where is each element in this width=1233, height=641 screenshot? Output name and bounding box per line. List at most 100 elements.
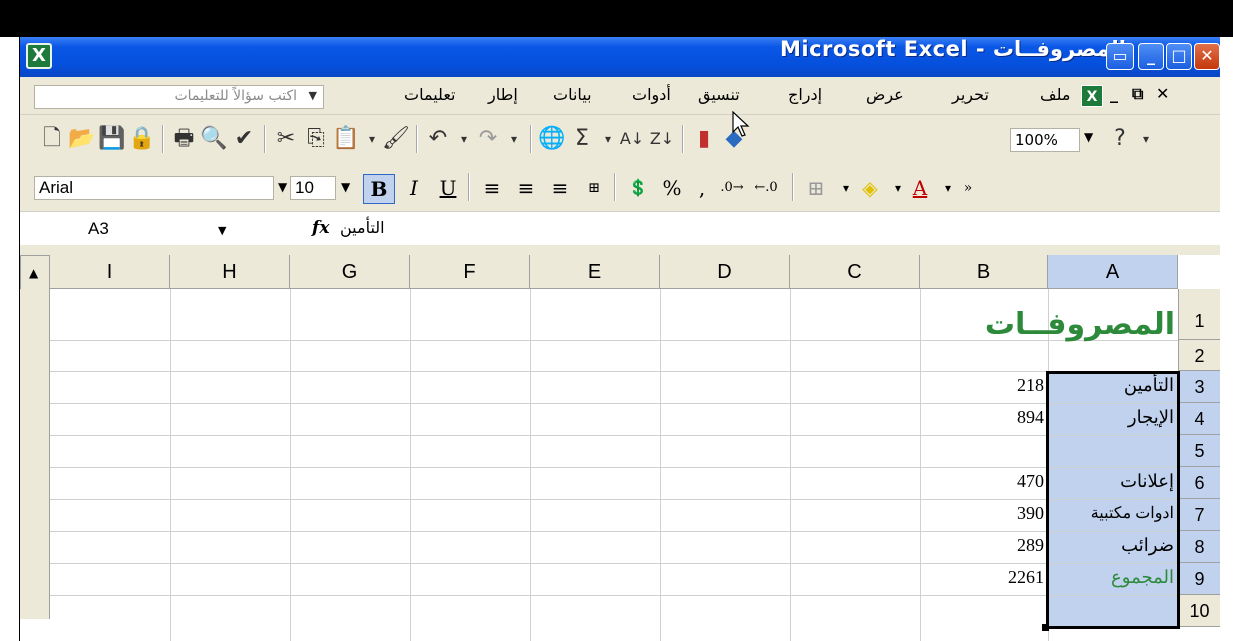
- paste-icon[interactable]: 📋: [332, 125, 360, 153]
- name-box[interactable]: A3: [20, 215, 240, 243]
- sheet-title-cell[interactable]: المصروفــات: [930, 307, 1175, 342]
- font-name-select[interactable]: Arial: [34, 176, 274, 200]
- chevron-down-icon[interactable]: ▼: [309, 89, 317, 102]
- zoom-dropdown-icon[interactable]: ▼: [1084, 130, 1093, 144]
- percent-icon[interactable]: %: [656, 174, 688, 204]
- redo-dropdown-icon[interactable]: ▾: [500, 125, 528, 153]
- underline-button[interactable]: U: [432, 174, 464, 204]
- column-header-d[interactable]: D: [660, 255, 790, 289]
- cell-b6[interactable]: 470: [924, 471, 1044, 492]
- merge-center-icon[interactable]: ⊞: [578, 174, 610, 204]
- menu-help[interactable]: تعليمات: [404, 85, 455, 104]
- spelling-icon[interactable]: ✔: [230, 125, 258, 153]
- column-header-c[interactable]: C: [790, 255, 920, 289]
- sort-descending-icon[interactable]: Z↓: [648, 125, 676, 153]
- title-bar[interactable]: X Microsoft Excel - المصروفــات ▭ _ □ ✕: [20, 37, 1220, 77]
- row-header-7[interactable]: 7: [1178, 499, 1220, 531]
- column-header-b[interactable]: B: [920, 255, 1048, 289]
- close-button[interactable]: ✕: [1194, 43, 1220, 70]
- italic-button[interactable]: I: [398, 174, 430, 204]
- ask-question-box[interactable]: اكتب سؤالاً للتعليمات ▼: [34, 85, 324, 109]
- menu-insert[interactable]: إدراج: [788, 85, 822, 104]
- maximize-button[interactable]: □: [1166, 43, 1192, 70]
- column-header-g[interactable]: G: [290, 255, 410, 289]
- name-box-dropdown-icon[interactable]: ▼: [218, 224, 226, 237]
- format-painter-icon[interactable]: 🖌: [382, 125, 410, 153]
- fill-handle[interactable]: [1042, 624, 1049, 631]
- column-header-i[interactable]: I: [50, 255, 170, 289]
- menu-window[interactable]: إطار: [488, 85, 518, 104]
- menu-edit[interactable]: تحرير: [952, 85, 989, 104]
- toolbar-options-icon[interactable]: »: [952, 174, 984, 204]
- menu-data[interactable]: بيانات: [553, 85, 592, 104]
- column-header-f[interactable]: F: [410, 255, 530, 289]
- worksheet-grid[interactable]: ▲ I H G F E D C B A 1 2 3 4 5 6 7 8 9 10…: [20, 255, 1220, 641]
- doc-close-button[interactable]: ✕: [1156, 84, 1169, 103]
- top-black-band: [0, 0, 1233, 37]
- workbook-icon[interactable]: X: [1081, 85, 1103, 107]
- row-header-10[interactable]: 10: [1178, 595, 1220, 627]
- vertical-scrollbar[interactable]: [20, 289, 50, 619]
- scroll-up-icon[interactable]: ▲: [29, 266, 38, 280]
- select-all-corner[interactable]: ▲: [20, 255, 50, 291]
- comma-icon[interactable]: ,: [686, 174, 718, 204]
- chart-wizard-icon[interactable]: ▮: [690, 125, 718, 153]
- autosum-icon[interactable]: Σ: [568, 125, 596, 153]
- row-header-1[interactable]: 1: [1178, 289, 1220, 340]
- borders-icon[interactable]: ⊞: [800, 174, 832, 204]
- align-left-icon[interactable]: ≡: [476, 174, 508, 204]
- row-header-4[interactable]: 4: [1178, 403, 1220, 435]
- menu-format[interactable]: تنسيق: [698, 85, 740, 104]
- minimize-button[interactable]: _: [1138, 43, 1164, 70]
- menu-view[interactable]: عرض: [866, 85, 904, 104]
- size-dropdown-icon[interactable]: ▼: [341, 180, 350, 194]
- copy-icon[interactable]: ⎘: [302, 125, 330, 153]
- print-preview-icon[interactable]: 🔍: [200, 125, 228, 153]
- align-right-icon[interactable]: ≡: [544, 174, 576, 204]
- column-header-h[interactable]: H: [170, 255, 290, 289]
- column-header-a[interactable]: A: [1048, 255, 1178, 289]
- column-header-e[interactable]: E: [530, 255, 660, 289]
- menu-bar: اكتب سؤالاً للتعليمات ▼ تعليمات إطار بيا…: [20, 77, 1220, 115]
- font-dropdown-icon[interactable]: ▼: [278, 180, 287, 194]
- cell-b3[interactable]: 218: [924, 375, 1044, 396]
- formula-input[interactable]: التأمين: [340, 218, 385, 237]
- row-header-2[interactable]: 2: [1178, 340, 1220, 371]
- print-icon[interactable]: 🖶: [170, 125, 198, 153]
- cell-b4[interactable]: 894: [924, 407, 1044, 428]
- permission-icon[interactable]: 🔒: [128, 125, 156, 153]
- new-document-icon[interactable]: 🗋: [38, 125, 66, 153]
- help-icon[interactable]: ?: [1106, 125, 1134, 153]
- cut-icon[interactable]: ✂: [272, 125, 300, 153]
- redo-icon[interactable]: ↷: [474, 125, 502, 153]
- open-folder-icon[interactable]: 📂: [68, 125, 96, 153]
- excel-app-icon[interactable]: X: [26, 43, 52, 69]
- row-header-9[interactable]: 9: [1178, 563, 1220, 595]
- hyperlink-icon[interactable]: 🌐: [538, 125, 566, 153]
- doc-restore-button[interactable]: ⧉: [1132, 84, 1143, 104]
- doc-minimize-button[interactable]: _: [1110, 84, 1118, 103]
- save-icon[interactable]: 💾: [98, 125, 126, 153]
- increase-decimal-icon[interactable]: .0→: [716, 174, 748, 204]
- font-size-select[interactable]: 10: [290, 176, 336, 200]
- cell-b8[interactable]: 289: [924, 535, 1044, 556]
- menu-tools[interactable]: أدوات: [632, 85, 671, 104]
- zoom-input[interactable]: 100%: [1010, 128, 1080, 152]
- row-header-6[interactable]: 6: [1178, 467, 1220, 499]
- row-header-8[interactable]: 8: [1178, 531, 1220, 563]
- toolbar-options-icon[interactable]: ▾: [1132, 125, 1160, 153]
- system-menu-icon[interactable]: ▭: [1106, 43, 1134, 70]
- decrease-decimal-icon[interactable]: ←.0: [750, 174, 782, 204]
- formatting-toolbar: Arial ▼ 10 ▼ B I U ≡ ≡ ≡ ⊞ 💲 % , .0→ ←.0…: [20, 163, 1220, 211]
- insert-function-icon[interactable]: fx: [312, 218, 329, 238]
- align-center-icon[interactable]: ≡: [510, 174, 542, 204]
- currency-icon[interactable]: 💲: [622, 174, 654, 204]
- row-header-5[interactable]: 5: [1178, 435, 1220, 467]
- menu-file[interactable]: ملف: [1040, 85, 1070, 104]
- undo-icon[interactable]: ↶: [424, 125, 452, 153]
- row-header-3[interactable]: 3: [1178, 371, 1220, 403]
- bold-button[interactable]: B: [363, 174, 395, 204]
- cell-b9[interactable]: 2261: [924, 567, 1044, 588]
- sort-ascending-icon[interactable]: A↓: [618, 125, 646, 153]
- grid-line: [170, 289, 171, 641]
